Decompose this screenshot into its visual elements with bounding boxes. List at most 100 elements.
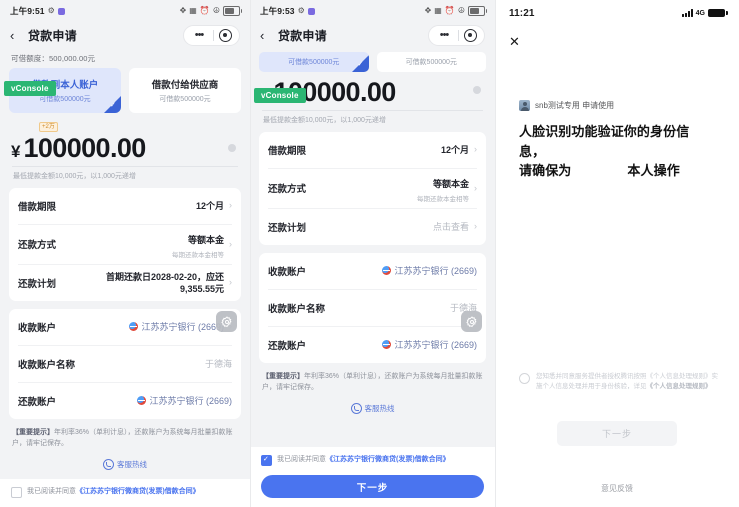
more-icon[interactable]: •••	[431, 29, 458, 41]
loan-mode-supplier[interactable]: 可借款500000元	[376, 52, 486, 72]
agreement-link[interactable]: 《江苏苏宁银行微商贷(发票)借款合同》	[326, 456, 450, 463]
row-payee-name: 收款账户名称 于德海	[268, 290, 477, 327]
important-notice: 【重要提示】年利率36%（单利计息），还款账户为系统每月批量扣款账户，请牢记保存…	[259, 371, 486, 394]
panel-divider	[250, 0, 251, 507]
feedback-link[interactable]: 意见反馈	[495, 483, 739, 494]
loan-mode-supplier[interactable]: 借款付给供应商 可借款500000元	[129, 68, 241, 113]
vconsole-button[interactable]: vConsole	[254, 88, 306, 103]
status-bar-right: 4G	[681, 8, 728, 18]
bank-icon	[129, 322, 139, 332]
row-loan-term[interactable]: 借款期限 12个月 ›	[268, 132, 477, 169]
accounts-card: 收款账户 江苏苏宁银行 (2669) 收款账户名称 于德海 还款账户 江苏苏宁银…	[259, 252, 486, 363]
row-value: 等额本金	[187, 234, 224, 245]
agreement-row[interactable]: 我已阅读并同意《江苏苏宁银行微商贷(发票)借款合同》	[261, 455, 484, 466]
customer-service-hotline[interactable]: 客服热线	[259, 394, 486, 421]
row-payee-account[interactable]: 收款账户 江苏苏宁银行 (2669) ›	[18, 309, 232, 346]
nav-bar: ‹ 贷款申请 •••	[0, 22, 250, 48]
status-bar: 上午9:53 ⚙ ✥ ▦ ⏰ ☮	[250, 0, 495, 22]
battery-icon	[708, 8, 728, 18]
loan-mode-title: 借款付给供应商	[151, 80, 219, 91]
miniprogram-capsule: •••	[427, 24, 485, 46]
row-repayment-method[interactable]: 还款方式 等额本金 每期还款本金相等 ›	[268, 169, 477, 209]
row-value: 江苏苏宁银行 (2669)	[394, 266, 477, 277]
wifi-icon: ☮	[212, 6, 220, 15]
battery-icon	[223, 6, 242, 16]
gear-icon: ⚙	[297, 6, 305, 15]
chevron-right-icon: ›	[229, 277, 232, 288]
row-payee-name: 收款账户名称 于德海	[18, 346, 232, 383]
row-value: 江苏苏宁银行 (2669)	[149, 396, 232, 407]
phone-panel-loan-application-top: 上午9:51 ⚙ ✥ ▦ ⏰ ☮ ‹ 贷款申请 ••• 可借额度：500,000…	[0, 0, 250, 507]
row-repayment-method[interactable]: 还款方式 等额本金 每期还款本金相等 ›	[18, 225, 232, 265]
back-icon[interactable]: ‹	[10, 29, 24, 42]
amount-value: 100000.00	[23, 133, 146, 163]
agreement-row[interactable]: 我已阅读并同意《江苏苏宁银行微商贷(发票)借款合同》	[11, 487, 239, 498]
agreement-checkbox[interactable]	[261, 455, 272, 466]
page-title: 贷款申请	[278, 28, 327, 43]
consent-link[interactable]: 《个人信息处理规则》	[647, 383, 712, 390]
status-bar-left: 11:21	[509, 8, 535, 19]
network-type-label: 4G	[695, 9, 705, 17]
loan-mode-sub: 可借款500000元	[405, 59, 457, 66]
headline-name-blank	[571, 161, 627, 181]
clear-icon[interactable]	[473, 86, 481, 95]
loan-mode-own-account[interactable]: 可借款500000元	[259, 52, 369, 72]
close-capsule-icon[interactable]	[213, 28, 237, 42]
row-label: 收款账户	[18, 322, 57, 334]
status-bar: 11:21 4G	[495, 0, 739, 26]
floating-gear-button[interactable]	[461, 311, 482, 332]
more-icon[interactable]: •••	[186, 29, 213, 41]
wifi-icon: ☮	[457, 6, 465, 15]
agreement-link[interactable]: 《江苏苏宁银行微商贷(发票)借款合同》	[76, 488, 200, 495]
bluetooth-icon: ✥	[424, 6, 432, 15]
status-time: 11:21	[509, 7, 535, 19]
floating-gear-button[interactable]	[216, 311, 237, 332]
agreement-checkbox[interactable]	[11, 487, 22, 498]
next-step-button[interactable]: 下一步	[557, 421, 677, 446]
customer-service-hotline[interactable]: 客服热线	[9, 450, 241, 477]
row-payee-account[interactable]: 收款账户 江苏苏宁银行 (2669)	[268, 253, 477, 290]
headline-prefix: 请确保为	[519, 163, 572, 178]
row-loan-term[interactable]: 借款期限 12个月 ›	[18, 188, 232, 225]
amount-input-row[interactable]: ¥ 100000.00	[11, 133, 239, 162]
status-time: 上午9:53	[260, 6, 295, 16]
headline-line-1: 人脸识别功能验证你的身份信息，	[519, 124, 690, 159]
back-icon[interactable]: ‹	[260, 29, 274, 42]
nav-bar: ‹ 贷款申请 •••	[250, 22, 495, 48]
app-icon	[307, 7, 315, 15]
phone-panel-face-verification: 11:21 4G ✕ snb测试专用 申请使用 人脸识别功能验证你的身份信息， …	[495, 0, 739, 507]
row-repayment-plan[interactable]: 还款计划 点击查看 ›	[268, 209, 477, 245]
status-time: 上午9:51	[10, 6, 45, 16]
row-value: 首期还款日2028-02-20，应还9,355.55元	[105, 271, 224, 294]
chevron-right-icon: ›	[229, 238, 232, 249]
bottom-bar: 我已阅读并同意《江苏苏宁银行微商贷(发票)借款合同》 下一步	[250, 446, 495, 507]
agreement-text: 我已阅读并同意《江苏苏宁银行微商贷(发票)借款合同》	[277, 455, 450, 465]
row-value: 等额本金	[432, 178, 469, 189]
bank-icon	[382, 340, 392, 350]
row-label: 还款账户	[268, 340, 307, 352]
headline-line-2: 请确保为 本人操作	[519, 161, 715, 181]
row-label: 借款期限	[268, 145, 307, 157]
row-repayment-plan[interactable]: 还款计划 首期还款日2028-02-20，应还9,355.55元 ›	[18, 265, 232, 301]
row-value-stack: 等额本金 每期还款本金相等	[417, 174, 469, 203]
consent-radio[interactable]	[519, 373, 530, 384]
amount-hint: 最低提款金额10,000元，以1,000元递增	[13, 172, 136, 180]
next-step-button[interactable]: 下一步	[261, 475, 484, 498]
close-capsule-icon[interactable]	[458, 28, 482, 42]
hotline-label: 客服热线	[364, 403, 395, 413]
signal-icon	[681, 9, 693, 17]
row-label: 还款方式	[18, 240, 57, 252]
quota-label: 可借额度：500,000.00元	[11, 54, 96, 63]
headset-icon	[350, 402, 362, 414]
close-icon[interactable]: ✕	[495, 26, 739, 48]
agreement-text: 我已阅读并同意《江苏苏宁银行微商贷(发票)借款合同》	[27, 487, 200, 497]
status-bar-right: ✥ ▦ ⏰ ☮	[180, 6, 242, 16]
consent-row[interactable]: 您知悉并同意服务提供者授权腾讯按照《个人信息处理规则》实施个人信息处理并用于身份…	[519, 372, 719, 393]
row-value-group: 首期还款日2028-02-20，应还9,355.55元 ›	[94, 271, 232, 295]
row-value: 于德海	[204, 359, 232, 370]
chevron-right-icon: ›	[229, 200, 232, 211]
gear-icon: ⚙	[47, 6, 55, 15]
vconsole-button[interactable]: vConsole	[4, 81, 56, 96]
clear-icon[interactable]	[228, 143, 236, 152]
amount-increment-badge[interactable]: +2万	[39, 122, 58, 132]
